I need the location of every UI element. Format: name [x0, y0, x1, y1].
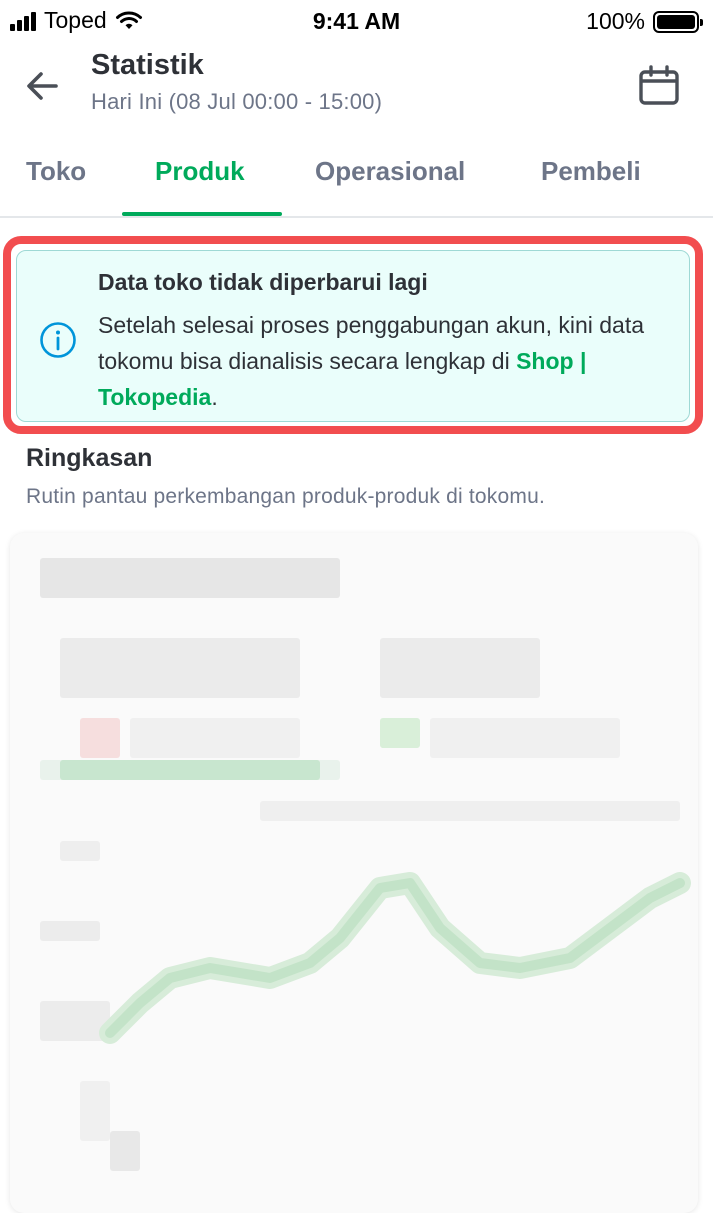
- tab-bar: Toko Produk Operasional Pembeli: [0, 144, 713, 218]
- arrow-left-icon: [27, 72, 58, 100]
- tab-toko[interactable]: Toko: [26, 156, 86, 187]
- tab-operasional[interactable]: Operasional: [315, 156, 465, 187]
- summary-description: Rutin pantau perkembangan produk-produk …: [26, 485, 545, 508]
- battery-percent: 100%: [586, 8, 645, 34]
- blurred-axis-tick: [80, 1081, 110, 1141]
- calendar-icon: [639, 65, 679, 105]
- ticker-body-suffix: .: [211, 384, 218, 410]
- info-ticker: Data toko tidak diperbarui lagi Setelah …: [16, 250, 690, 422]
- app-header: Statistik Hari Ini (08 Jul 00:00 - 15:00…: [0, 44, 713, 144]
- status-right: 100%: [586, 8, 703, 35]
- ticker-title: Data toko tidak diperbarui lagi: [98, 269, 428, 295]
- page-title: Statistik: [91, 49, 204, 81]
- date-range-subtitle: Hari Ini (08 Jul 00:00 - 15:00): [91, 89, 383, 114]
- status-bar: Toped 9:41 AM 100%: [0, 0, 713, 44]
- battery-icon: [653, 10, 703, 33]
- blurred-x-label: [110, 1131, 140, 1171]
- active-tab-indicator: [122, 212, 282, 216]
- summary-card-blurred: [10, 533, 698, 1213]
- calendar-button[interactable]: [635, 62, 683, 110]
- info-icon: [40, 322, 76, 358]
- tab-produk[interactable]: Produk: [155, 156, 245, 187]
- back-button[interactable]: [18, 62, 66, 110]
- summary-title: Ringkasan: [26, 444, 153, 472]
- tab-pembeli[interactable]: Pembeli: [541, 156, 641, 187]
- blurred-line-chart: [99, 872, 691, 1044]
- ticker-body: Setelah selesai proses penggabungan akun…: [98, 307, 678, 415]
